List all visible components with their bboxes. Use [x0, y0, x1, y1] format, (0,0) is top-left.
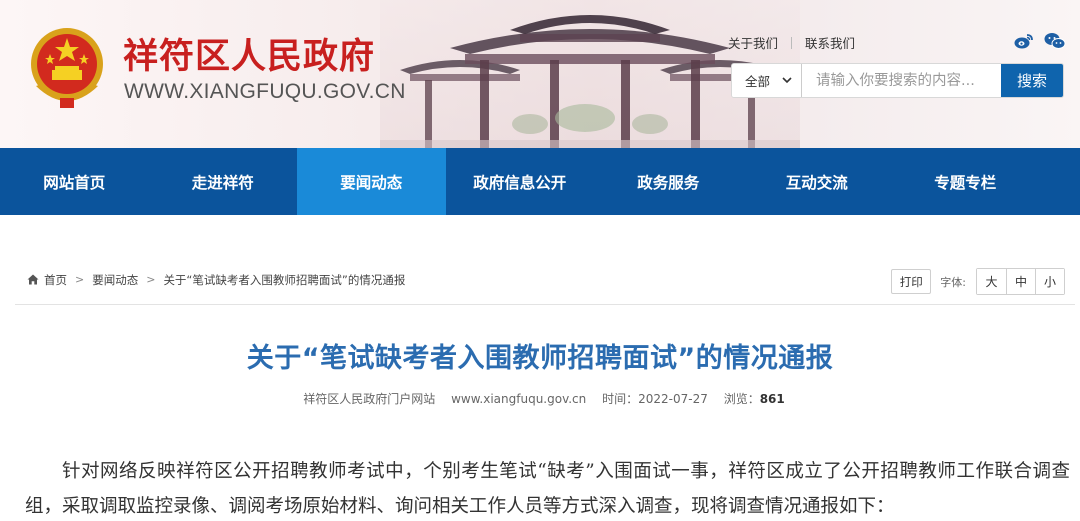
about-us-link[interactable]: 关于我们 [728, 33, 778, 52]
time-label: 时间： [602, 392, 639, 406]
search-scope-value: 全部 [745, 74, 771, 89]
nav-item-topics[interactable]: 专题专栏 [891, 148, 1040, 215]
font-size-label: 字体: [940, 275, 966, 289]
site-header: 祥符区人民政府 WWW.XIANGFUQU.GOV.CN 关于我们 联系我们 全… [0, 0, 1080, 148]
breadcrumb-home[interactable]: 首页 [44, 272, 67, 288]
nav-item-interaction[interactable]: 互动交流 [743, 148, 892, 215]
nav-item-services[interactable]: 政务服务 [594, 148, 743, 215]
search-bar: 全部 搜索 [731, 63, 1064, 98]
wechat-icon[interactable] [1044, 32, 1066, 50]
site-name[interactable]: 祥符区人民政府 [123, 28, 375, 79]
nav-item-news[interactable]: 要闻动态 [297, 148, 446, 215]
chevron-right-icon: > [146, 273, 156, 286]
nav-item-about-xiangfu[interactable]: 走进祥符 [149, 148, 298, 215]
article-source: 祥符区人民政府门户网站 [303, 392, 436, 406]
font-size-group: 大 中 小 [976, 268, 1065, 295]
time-value: 2022-07-27 [638, 392, 708, 406]
article-time: 时间：2022-07-27 [602, 392, 708, 406]
social-links [1014, 32, 1066, 50]
site-domain: WWW.XIANGFUQU.GOV.CN [124, 80, 406, 103]
article-paragraph: 针对网络反映祥符区公开招聘教师考试中，个别考生笔试“缺考”入围面试一事，祥符区成… [25, 461, 1070, 517]
font-small-button[interactable]: 小 [1035, 269, 1064, 294]
chevron-right-icon: > [75, 273, 85, 286]
search-scope-select[interactable]: 全部 [732, 64, 802, 97]
font-medium-button[interactable]: 中 [1006, 269, 1035, 294]
breadcrumb-bar: 首页 > 要闻动态 > 关于“笔试缺考者入围教师招聘面试”的情况通报 打印 字体… [15, 255, 1075, 305]
main-nav: 网站首页 走进祥符 要闻动态 政府信息公开 政务服务 互动交流 专题专栏 [0, 148, 1080, 215]
contact-us-link[interactable]: 联系我们 [805, 33, 855, 52]
home-icon [27, 274, 39, 285]
chevron-down-icon [782, 77, 792, 84]
divider [791, 36, 793, 49]
font-large-button[interactable]: 大 [977, 269, 1006, 294]
nav-item-gov-info[interactable]: 政府信息公开 [446, 148, 595, 215]
breadcrumb: 首页 > 要闻动态 > 关于“笔试缺考者入围教师招聘面试”的情况通报 [15, 272, 405, 288]
search-button[interactable]: 搜索 [1001, 64, 1063, 97]
breadcrumb-news[interactable]: 要闻动态 [92, 272, 138, 288]
top-links: 关于我们 联系我们 [728, 33, 855, 52]
views-count: 861 [759, 392, 785, 406]
print-button[interactable]: 打印 [891, 269, 932, 294]
article-url[interactable]: www.xiangfuqu.gov.cn [451, 392, 586, 406]
weibo-icon[interactable] [1014, 32, 1034, 50]
breadcrumb-current: 关于“笔试缺考者入围教师招聘面试”的情况通报 [163, 272, 406, 287]
national-emblem-logo [31, 28, 103, 108]
article-views: 浏览：861 [724, 392, 785, 406]
nav-item-home[interactable]: 网站首页 [0, 148, 149, 215]
search-input[interactable] [802, 64, 1001, 97]
article-title: 关于“笔试缺考者入围教师招聘面试”的情况通报 [246, 343, 834, 374]
article-tools: 打印 字体: 大 中 小 [891, 268, 1065, 295]
article-meta: 祥符区人民政府门户网站 www.xiangfuqu.gov.cn 时间：2022… [0, 390, 1080, 407]
views-label: 浏览： [723, 392, 760, 406]
